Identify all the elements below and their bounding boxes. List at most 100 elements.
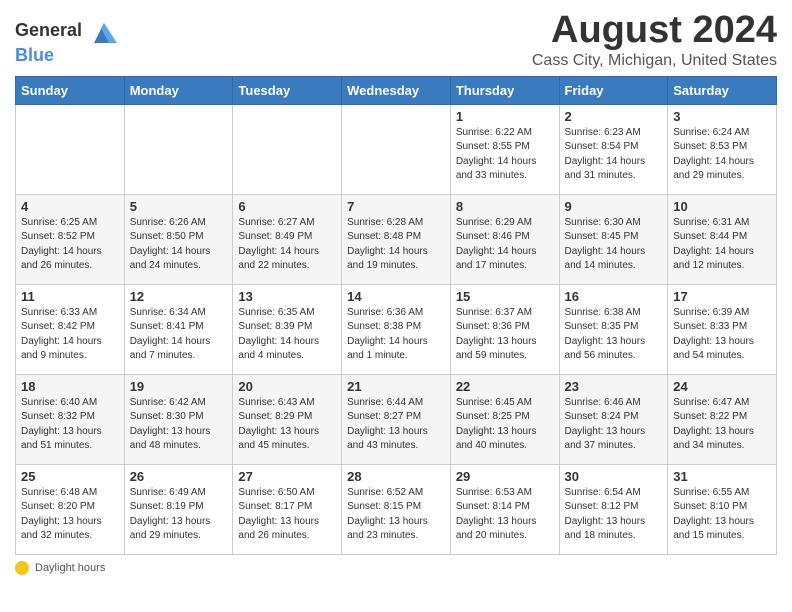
weekday-header-tuesday: Tuesday [233, 76, 342, 104]
day-info: Sunrise: 6:49 AM Sunset: 8:19 PM Dayligh… [130, 486, 228, 544]
day-info: Sunrise: 6:43 AM Sunset: 8:29 PM Dayligh… [238, 396, 336, 454]
day-number: 21 [347, 379, 445, 394]
logo-general: General [15, 18, 119, 46]
day-info: Sunrise: 6:39 AM Sunset: 8:33 PM Dayligh… [673, 306, 771, 364]
day-number: 26 [130, 469, 228, 484]
subtitle: Cass City, Michigan, United States [532, 52, 777, 70]
calendar-cell: 11 Sunrise: 6:33 AM Sunset: 8:42 PM Dayli… [16, 284, 125, 374]
calendar-cell: 20Sunrise: 6:43 AM Sunset: 8:29 PM Dayli… [233, 374, 342, 464]
day-info: Sunrise: 6:46 AM Sunset: 8:24 PM Dayligh… [565, 396, 663, 454]
day-info: Sunrise: 6:44 AM Sunset: 8:27 PM Dayligh… [347, 396, 445, 454]
day-info: Sunrise: 6:45 AM Sunset: 8:25 PM Dayligh… [456, 396, 554, 454]
calendar-cell: 22 Sunrise: 6:45 AM Sunset: 8:25 PM Dayli… [450, 374, 559, 464]
calendar-cell: 7 Sunrise: 6:28 AM Sunset: 8:48 PM Daylig… [342, 194, 451, 284]
day-info: Sunrise: 6:24 AM Sunset: 8:53 PM Dayligh… [673, 126, 771, 184]
day-info: Sunrise: 6:47 AM Sunset: 8:22 PM Dayligh… [673, 396, 771, 454]
calendar-cell: 17 Sunrise: 6:39 AM Sunset: 8:33 PM Dayli… [668, 284, 777, 374]
calendar-cell: 28Sunrise: 6:52 AM Sunset: 8:15 PM Dayli… [342, 464, 451, 554]
calendar-week-3: 11 Sunrise: 6:33 AM Sunset: 8:42 PM Dayli… [16, 284, 777, 374]
calendar-cell: 13 Sunrise: 6:35 AM Sunset: 8:39 PM Dayli… [233, 284, 342, 374]
day-number: 7 [347, 199, 445, 214]
day-info: Sunrise: 6:38 AM Sunset: 8:35 PM Dayligh… [565, 306, 663, 364]
day-number: 13 [238, 289, 336, 304]
calendar-cell: 26 Sunrise: 6:49 AM Sunset: 8:19 PM Dayli… [124, 464, 233, 554]
day-info: Sunrise: 6:27 AM Sunset: 8:49 PM Dayligh… [238, 216, 336, 274]
calendar-cell [16, 104, 125, 194]
day-info: Sunrise: 6:55 AM Sunset: 8:10 PM Dayligh… [673, 486, 771, 544]
day-info: Sunrise: 6:31 AM Sunset: 8:44 PM Dayligh… [673, 216, 771, 274]
header: General Blue August 2024 Cass City, Mich… [15, 10, 777, 70]
day-number: 30 [565, 469, 663, 484]
day-info: Sunrise: 6:28 AM Sunset: 8:48 PM Dayligh… [347, 216, 445, 274]
logo: General Blue [15, 18, 119, 66]
day-number: 3 [673, 109, 771, 124]
day-info: Sunrise: 6:23 AM Sunset: 8:54 PM Dayligh… [565, 126, 663, 184]
day-number: 19 [130, 379, 228, 394]
day-number: 15 [456, 289, 554, 304]
day-info: Sunrise: 6:40 AM Sunset: 8:32 PM Dayligh… [21, 396, 119, 454]
calendar-cell: 9Sunrise: 6:30 AM Sunset: 8:45 PM Daylig… [559, 194, 668, 284]
logo-blue: Blue [15, 46, 119, 66]
calendar-week-1: 1 Sunrise: 6:22 AM Sunset: 8:55 PM Daylig… [16, 104, 777, 194]
calendar-week-2: 4Sunrise: 6:25 AM Sunset: 8:52 PM Daylig… [16, 194, 777, 284]
day-number: 8 [456, 199, 554, 214]
day-number: 1 [456, 109, 554, 124]
footer-label: Daylight hours [35, 562, 105, 574]
day-number: 29 [456, 469, 554, 484]
calendar-cell: 3 Sunrise: 6:24 AM Sunset: 8:53 PM Daylig… [668, 104, 777, 194]
weekday-header-saturday: Saturday [668, 76, 777, 104]
calendar-cell: 30 Sunrise: 6:54 AM Sunset: 8:12 PM Dayli… [559, 464, 668, 554]
day-number: 6 [238, 199, 336, 214]
day-number: 11 [21, 289, 119, 304]
calendar-cell: 6 Sunrise: 6:27 AM Sunset: 8:49 PM Daylig… [233, 194, 342, 284]
calendar-cell: 21 Sunrise: 6:44 AM Sunset: 8:27 PM Dayli… [342, 374, 451, 464]
day-number: 12 [130, 289, 228, 304]
calendar-cell: 15Sunrise: 6:37 AM Sunset: 8:36 PM Dayli… [450, 284, 559, 374]
day-number: 22 [456, 379, 554, 394]
day-number: 31 [673, 469, 771, 484]
calendar-cell: 19Sunrise: 6:42 AM Sunset: 8:30 PM Dayli… [124, 374, 233, 464]
day-number: 16 [565, 289, 663, 304]
weekday-header-wednesday: Wednesday [342, 76, 451, 104]
day-info: Sunrise: 6:29 AM Sunset: 8:46 PM Dayligh… [456, 216, 554, 274]
day-number: 18 [21, 379, 119, 394]
calendar-cell: 27 Sunrise: 6:50 AM Sunset: 8:17 PM Dayli… [233, 464, 342, 554]
day-info: Sunrise: 6:22 AM Sunset: 8:55 PM Dayligh… [456, 126, 554, 184]
day-number: 17 [673, 289, 771, 304]
calendar-cell: 23 Sunrise: 6:46 AM Sunset: 8:24 PM Dayli… [559, 374, 668, 464]
calendar-cell: 29Sunrise: 6:53 AM Sunset: 8:14 PM Dayli… [450, 464, 559, 554]
day-info: Sunrise: 6:25 AM Sunset: 8:52 PM Dayligh… [21, 216, 119, 274]
calendar-cell: 16 Sunrise: 6:38 AM Sunset: 8:35 PM Dayli… [559, 284, 668, 374]
calendar-cell [124, 104, 233, 194]
day-info: Sunrise: 6:50 AM Sunset: 8:17 PM Dayligh… [238, 486, 336, 544]
calendar-cell [342, 104, 451, 194]
weekday-header-thursday: Thursday [450, 76, 559, 104]
calendar-cell: 2Sunrise: 6:23 AM Sunset: 8:54 PM Daylig… [559, 104, 668, 194]
calendar-cell [233, 104, 342, 194]
calendar-cell: 4Sunrise: 6:25 AM Sunset: 8:52 PM Daylig… [16, 194, 125, 284]
footer-note: Daylight hours [15, 561, 777, 575]
calendar-cell: 18 Sunrise: 6:40 AM Sunset: 8:32 PM Dayli… [16, 374, 125, 464]
day-info: Sunrise: 6:48 AM Sunset: 8:20 PM Dayligh… [21, 486, 119, 544]
day-info: Sunrise: 6:33 AM Sunset: 8:42 PM Dayligh… [21, 306, 119, 364]
day-info: Sunrise: 6:54 AM Sunset: 8:12 PM Dayligh… [565, 486, 663, 544]
weekday-header-row: SundayMondayTuesdayWednesdayThursdayFrid… [16, 76, 777, 104]
calendar-cell: 5Sunrise: 6:26 AM Sunset: 8:50 PM Daylig… [124, 194, 233, 284]
main-title: August 2024 [532, 10, 777, 52]
day-number: 23 [565, 379, 663, 394]
day-number: 14 [347, 289, 445, 304]
day-number: 27 [238, 469, 336, 484]
day-number: 28 [347, 469, 445, 484]
logo-triangle-icon [89, 18, 119, 46]
day-number: 25 [21, 469, 119, 484]
day-number: 5 [130, 199, 228, 214]
calendar-cell: 14 Sunrise: 6:36 AM Sunset: 8:38 PM Dayli… [342, 284, 451, 374]
weekday-header-monday: Monday [124, 76, 233, 104]
day-info: Sunrise: 6:36 AM Sunset: 8:38 PM Dayligh… [347, 306, 445, 364]
day-info: Sunrise: 6:35 AM Sunset: 8:39 PM Dayligh… [238, 306, 336, 364]
weekday-header-sunday: Sunday [16, 76, 125, 104]
sun-icon [15, 561, 29, 575]
calendar-week-5: 25 Sunrise: 6:48 AM Sunset: 8:20 PM Dayli… [16, 464, 777, 554]
calendar-week-4: 18 Sunrise: 6:40 AM Sunset: 8:32 PM Dayli… [16, 374, 777, 464]
day-info: Sunrise: 6:30 AM Sunset: 8:45 PM Dayligh… [565, 216, 663, 274]
